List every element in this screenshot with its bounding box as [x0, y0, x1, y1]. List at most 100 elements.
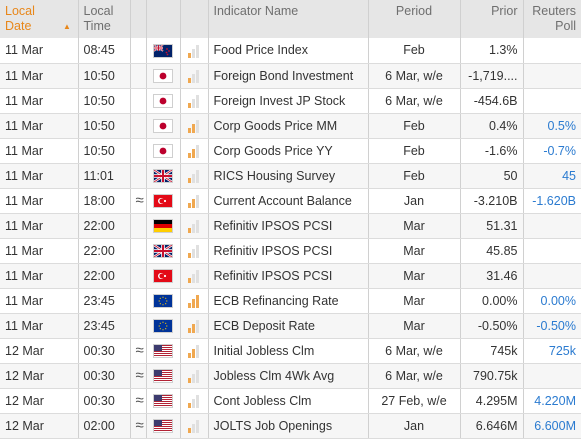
table-row[interactable]: 11 Mar 10:50 Corp Goods Price MM Feb 0.4… — [0, 113, 581, 139]
japan-flag-icon — [154, 145, 172, 158]
indicator-name-cell[interactable]: Foreign Bond Investment — [208, 63, 369, 89]
revised-cell — [130, 263, 147, 289]
table-row[interactable]: 11 Mar 22:00 Refinitiv IPSOS PCSI Mar 45… — [0, 238, 581, 264]
revised-cell: ≈ — [130, 188, 147, 214]
country-flag-cell — [146, 238, 181, 264]
prior-cell: -1.6% — [460, 138, 524, 164]
revised-cell — [130, 138, 147, 164]
volatility-bar — [192, 173, 195, 183]
volatility-bar — [196, 344, 199, 358]
column-header-period[interactable]: Period — [368, 0, 461, 38]
table-row[interactable]: 11 Mar 22:00 Refinitiv IPSOS PCSI Mar 31… — [0, 263, 581, 289]
column-header-local-date[interactable]: Local Date ▲ — [0, 0, 79, 38]
us-flag-icon — [154, 345, 172, 358]
indicator-name-cell[interactable]: Food Price Index — [208, 38, 369, 64]
prior-cell: 31.46 — [460, 263, 524, 289]
revised-cell — [130, 213, 147, 239]
volatility-bar — [188, 177, 191, 183]
volatility-cell — [180, 338, 209, 364]
time-cell: 11:01 — [78, 163, 131, 189]
indicator-name-cell[interactable]: ECB Refinancing Rate — [208, 288, 369, 314]
table-row[interactable]: 11 Mar 18:00 ≈ Current Account Balance J… — [0, 188, 581, 214]
volatility-bar — [196, 319, 199, 333]
indicator-name-cell[interactable]: Corp Goods Price MM — [208, 113, 369, 139]
table-row[interactable]: 11 Mar 10:50 Foreign Invest JP Stock 6 M… — [0, 88, 581, 114]
country-flag-cell — [146, 213, 181, 239]
reuters-poll-cell: 725k — [523, 338, 581, 364]
volatility-cell — [180, 63, 209, 89]
table-row[interactable]: 12 Mar 00:30 ≈ Jobless Clm 4Wk Avg 6 Mar… — [0, 363, 581, 389]
indicator-name-cell[interactable]: Refinitiv IPSOS PCSI — [208, 263, 369, 289]
volatility-bars-icon — [188, 344, 200, 358]
time-cell: 10:50 — [78, 138, 131, 164]
volatility-bars-icon — [188, 419, 200, 433]
indicator-name-cell[interactable]: Foreign Invest JP Stock — [208, 88, 369, 114]
country-flag-cell — [146, 338, 181, 364]
prior-cell: -0.50% — [460, 313, 524, 339]
volatility-bar — [192, 73, 195, 83]
revised-cell: ≈ — [130, 413, 147, 439]
volatility-bar — [192, 348, 195, 358]
column-header-local-time[interactable]: Local Time — [78, 0, 131, 38]
table-row[interactable]: 12 Mar 02:00 ≈ JOLTS Job Openings Jan 6.… — [0, 413, 581, 439]
reuters-poll-cell: 45 — [523, 163, 581, 189]
volatility-bar — [196, 369, 199, 383]
table-row[interactable]: 11 Mar 10:50 Corp Goods Price YY Feb -1.… — [0, 138, 581, 164]
volatility-bar — [188, 127, 191, 133]
table-row[interactable]: 12 Mar 00:30 ≈ Cont Jobless Clm 27 Feb, … — [0, 388, 581, 414]
time-cell: 22:00 — [78, 263, 131, 289]
period-cell: Feb — [368, 113, 461, 139]
table-row[interactable]: 11 Mar 23:45 ECB Deposit Rate Mar -0.50%… — [0, 313, 581, 339]
table-row[interactable]: 11 Mar 23:45 ECB Refinancing Rate Mar 0.… — [0, 288, 581, 314]
volatility-bars-icon — [188, 219, 200, 233]
volatility-bar — [196, 219, 199, 233]
reuters-poll-cell — [523, 63, 581, 89]
indicator-name-cell[interactable]: Refinitiv IPSOS PCSI — [208, 213, 369, 239]
prior-cell: 790.75k — [460, 363, 524, 389]
time-cell: 00:30 — [78, 363, 131, 389]
indicator-name-cell[interactable]: Jobless Clm 4Wk Avg — [208, 363, 369, 389]
indicator-name-cell[interactable]: Corp Goods Price YY — [208, 138, 369, 164]
table-row[interactable]: 11 Mar 08:45 Food Price Index Feb 1.3% — [0, 38, 581, 64]
column-header-prior[interactable]: Prior — [460, 0, 524, 38]
date-cell: 11 Mar — [0, 313, 79, 339]
period-cell: 6 Mar, w/e — [368, 363, 461, 389]
column-header-reuters-poll[interactable]: Reuters Poll — [523, 0, 581, 38]
table-row[interactable]: 12 Mar 00:30 ≈ Initial Jobless Clm 6 Mar… — [0, 338, 581, 364]
revised-icon: ≈ — [135, 392, 144, 409]
volatility-bar — [192, 98, 195, 108]
period-cell: Jan — [368, 188, 461, 214]
volatility-cell — [180, 313, 209, 339]
reuters-poll-cell — [523, 38, 581, 64]
table-row[interactable]: 11 Mar 22:00 Refinitiv IPSOS PCSI Mar 51… — [0, 213, 581, 239]
us-flag-icon — [154, 370, 172, 383]
country-flag-cell — [146, 388, 181, 414]
local-time-header-label: Local Time — [83, 4, 114, 33]
volatility-bar — [192, 298, 195, 308]
volatility-cell — [180, 363, 209, 389]
table-row[interactable]: 11 Mar 11:01 RICS Housing Survey Feb 50 … — [0, 163, 581, 189]
volatility-bars-icon — [188, 144, 200, 158]
prior-cell: 45.85 — [460, 238, 524, 264]
indicator-name-cell[interactable]: JOLTS Job Openings — [208, 413, 369, 439]
reuters-poll-cell — [523, 263, 581, 289]
indicator-name-cell[interactable]: Cont Jobless Clm — [208, 388, 369, 414]
date-cell: 11 Mar — [0, 63, 79, 89]
volatility-bars-icon — [188, 194, 200, 208]
indicator-name-cell[interactable]: RICS Housing Survey — [208, 163, 369, 189]
volatility-bar — [196, 419, 199, 433]
revised-cell — [130, 163, 147, 189]
reuters-poll-cell — [523, 88, 581, 114]
country-flag-cell — [146, 138, 181, 164]
volatility-bar — [196, 144, 199, 158]
indicator-name-cell[interactable]: Refinitiv IPSOS PCSI — [208, 238, 369, 264]
volatility-bar — [188, 77, 191, 83]
indicator-name-cell[interactable]: ECB Deposit Rate — [208, 313, 369, 339]
volatility-bar — [196, 244, 199, 258]
indicator-name-cell[interactable]: Current Account Balance — [208, 188, 369, 214]
table-row[interactable]: 11 Mar 10:50 Foreign Bond Investment 6 M… — [0, 63, 581, 89]
indicator-name-cell[interactable]: Initial Jobless Clm — [208, 338, 369, 364]
volatility-bar — [188, 327, 191, 333]
column-header-indicator-name[interactable]: Indicator Name — [208, 0, 369, 38]
volatility-cell — [180, 263, 209, 289]
